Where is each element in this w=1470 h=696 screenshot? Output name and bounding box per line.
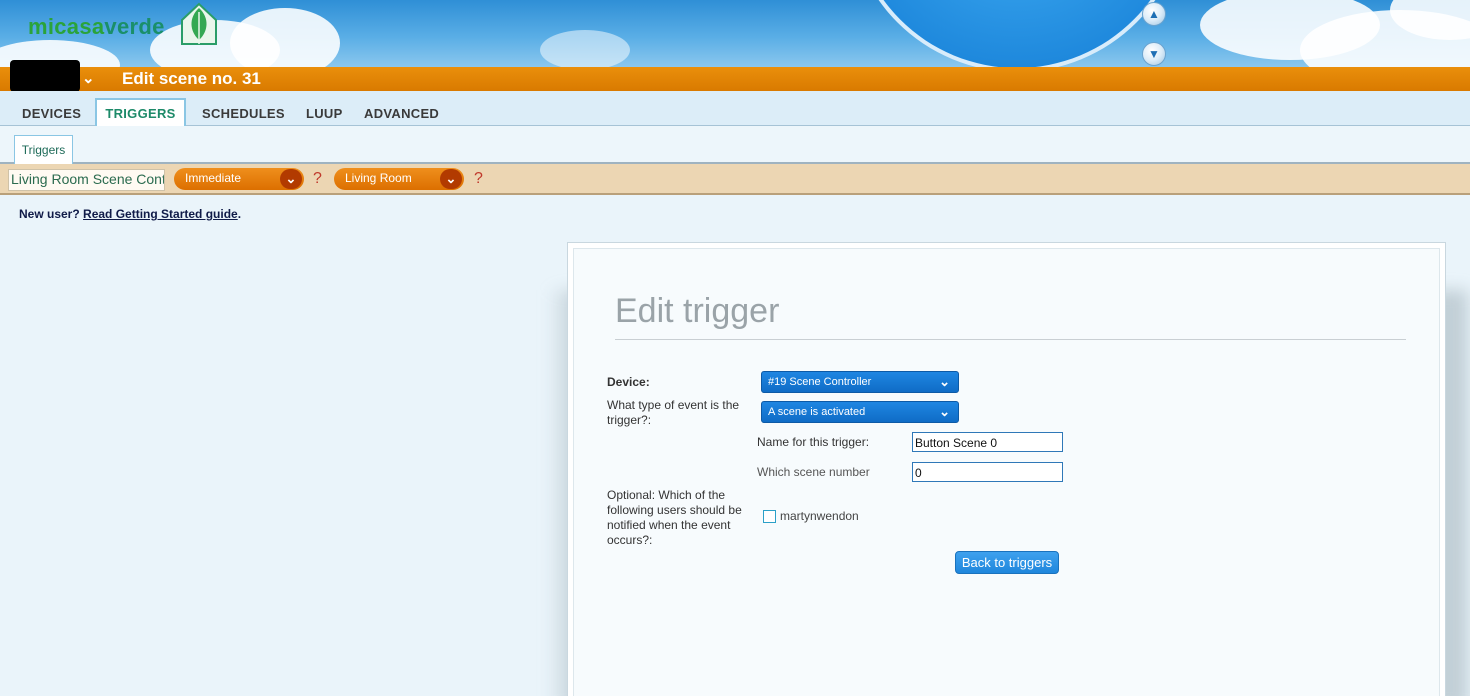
notify-user-checkbox[interactable] (763, 510, 776, 523)
logo-text-part1: micasa (28, 14, 105, 39)
page-title: Edit scene no. 31 (122, 69, 261, 88)
getting-started-link[interactable]: Read Getting Started guide (83, 207, 238, 221)
redacted-user-name (10, 60, 80, 92)
dialog-title: Edit trigger (615, 292, 780, 330)
room-help-icon[interactable]: ? (474, 170, 483, 188)
subtab-triggers[interactable]: Triggers (14, 135, 73, 164)
timing-help-icon[interactable]: ? (313, 170, 322, 188)
dialog-divider (615, 339, 1406, 340)
leaf-house-icon (181, 2, 217, 45)
trigger-name-field[interactable]: Living Room Scene Cont (8, 169, 165, 191)
chevron-down-icon: ⌄ (939, 374, 950, 389)
sub-tab-bar (0, 126, 1470, 164)
scroll-up-button[interactable]: ▲ (1142, 2, 1166, 26)
tab-schedules[interactable]: SCHEDULES (202, 106, 285, 121)
trigger-name-label: Name for this trigger: (757, 435, 870, 449)
eject-down-icon: ▼ (1148, 47, 1160, 61)
tab-triggers[interactable]: TRIGGERS (95, 98, 186, 126)
getting-started-notice: New user? Read Getting Started guide. (19, 207, 241, 221)
scene-number-input[interactable] (912, 462, 1063, 482)
event-type-select-value: A scene is activated (768, 406, 866, 418)
notify-users-label: Optional: Which of the following users s… (607, 488, 742, 547)
tab-advanced[interactable]: ADVANCED (364, 106, 439, 121)
notify-user-name: martynwendon (780, 509, 859, 523)
room-select-value: Living Room (345, 171, 412, 185)
micasaverde-logo: micasaverde (28, 14, 165, 40)
sky-header (0, 0, 1470, 68)
getting-started-prefix: New user? (19, 207, 84, 221)
user-menu-button[interactable]: ⌄ (82, 69, 95, 87)
back-to-triggers-button[interactable]: Back to triggers (955, 551, 1059, 574)
chevron-down-icon: ⌄ (82, 70, 95, 87)
timing-select[interactable]: Immediate ⌄ (174, 168, 304, 190)
getting-started-suffix: . (237, 207, 242, 221)
tab-devices[interactable]: DEVICES (22, 106, 81, 121)
device-select-value: #19 Scene Controller (768, 376, 872, 388)
scene-number-label: Which scene number (757, 465, 870, 479)
chevron-down-icon: ⌄ (939, 404, 950, 419)
device-label: Device: (607, 375, 650, 389)
logo-text-part2: verde (104, 14, 165, 39)
tab-luup[interactable]: LUUP (306, 106, 343, 121)
eject-up-icon: ▲ (1148, 7, 1160, 21)
chevron-down-icon: ⌄ (440, 169, 462, 189)
timing-select-value: Immediate (185, 171, 242, 185)
event-type-select[interactable]: A scene is activated ⌄ (761, 401, 959, 423)
chevron-down-icon: ⌄ (280, 169, 302, 189)
scroll-down-button[interactable]: ▼ (1142, 42, 1166, 66)
room-select[interactable]: Living Room ⌄ (334, 168, 464, 190)
event-type-label: What type of event is the trigger?: (607, 398, 740, 427)
trigger-name-input[interactable] (912, 432, 1063, 452)
device-select[interactable]: #19 Scene Controller ⌄ (761, 371, 959, 393)
